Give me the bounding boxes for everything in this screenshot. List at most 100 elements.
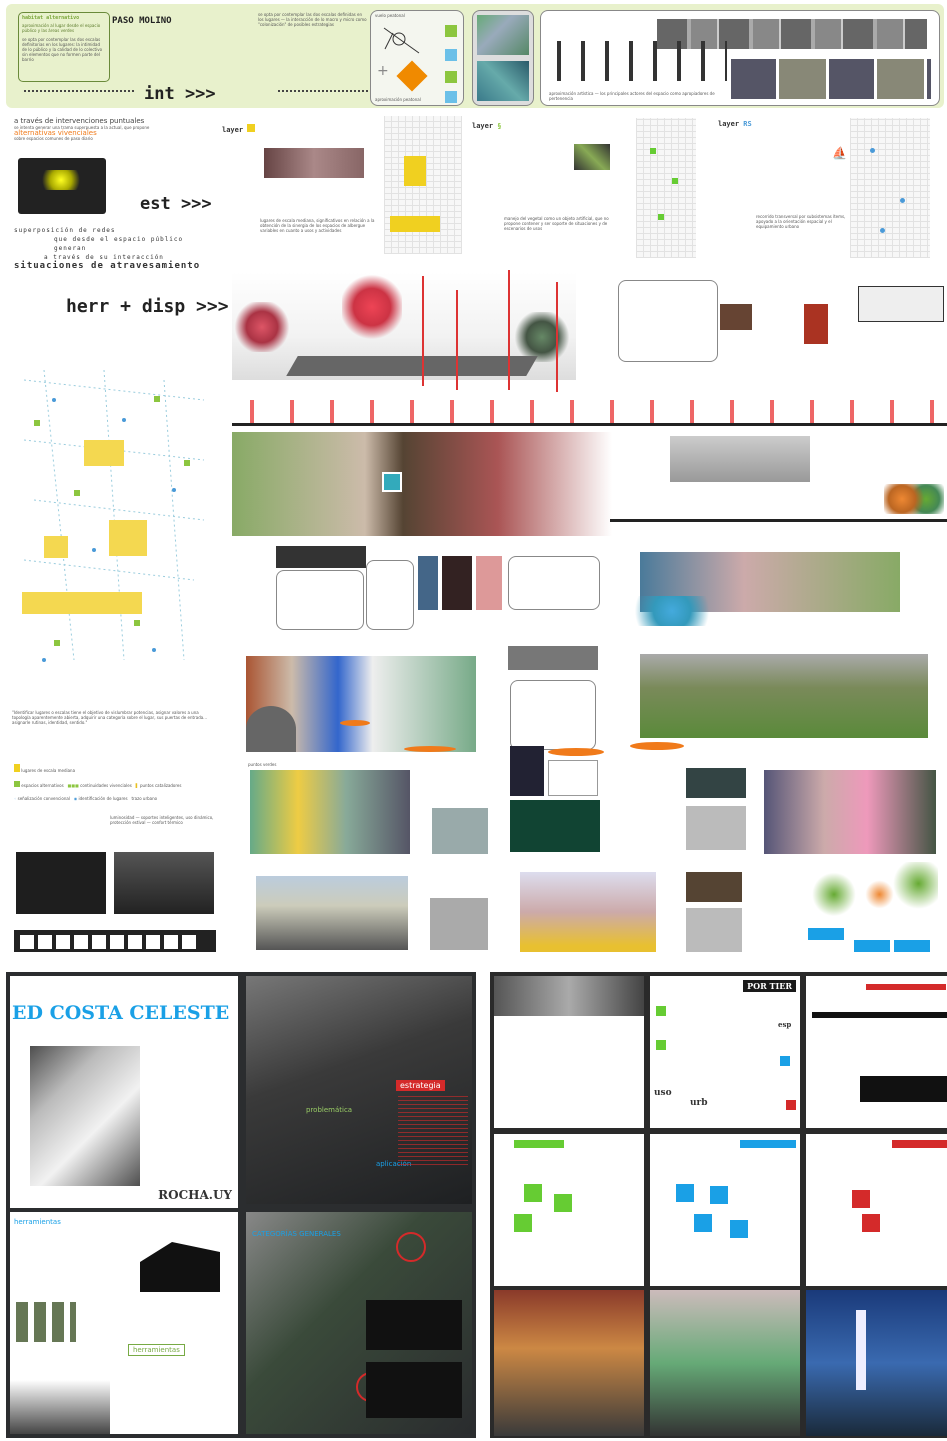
- layer-2-object: [574, 144, 610, 170]
- nav-est-label[interactable]: est >>>: [140, 194, 212, 214]
- green-module-panel: [494, 1134, 644, 1286]
- market-photo: [114, 852, 214, 914]
- aerial-box: [472, 10, 534, 106]
- tag-problematica: problemática: [306, 1106, 353, 1114]
- header-band: habitat alternativo aproximación al luga…: [6, 4, 944, 108]
- intro-lead: a través de intervenciones puntuales: [14, 117, 145, 125]
- legend-item: continuidades vivenciales: [80, 783, 132, 788]
- tag-categorias: CATEGORÍAS GENERALES: [252, 1230, 341, 1238]
- site-panel: [494, 976, 644, 1128]
- plus-icon: +: [377, 63, 389, 79]
- legend-blue-swatch: [445, 49, 457, 61]
- layer-2-label: layer §: [472, 122, 502, 130]
- dotted-divider: [278, 90, 368, 92]
- legend-top-label: vuelo peatonal: [375, 13, 405, 18]
- red-module-panel: [806, 1134, 947, 1286]
- detail-box: [276, 570, 364, 630]
- header-title: PASO MOLINO: [112, 16, 172, 26]
- por-tier-title: POR TIER: [743, 980, 796, 992]
- label-urb: urb: [690, 1098, 708, 1108]
- render-night-panel: [806, 1290, 947, 1436]
- photo-caption: aproximación artística — los principales…: [549, 91, 715, 101]
- tag-estrategia: estrategia: [396, 1080, 445, 1091]
- plan-panel: POR TIER uso urb esp: [650, 976, 800, 1128]
- photo-strip-color: [731, 59, 931, 99]
- section-sketch: [858, 286, 944, 322]
- puntos-verdes-photo: [250, 770, 410, 854]
- collage-row-3: [246, 656, 476, 752]
- cover-title: ED COSTA CELESTE: [12, 1002, 230, 1024]
- street-blossom-photo: [764, 770, 936, 854]
- tools-tag: herramientas: [128, 1344, 185, 1356]
- sailboat-icon: ⛵: [832, 146, 847, 160]
- cover-panel: ED COSTA CELESTE ROCHA.UY: [10, 976, 238, 1208]
- label-uso: uso: [654, 1088, 672, 1098]
- blue-module-panel: [650, 1134, 800, 1286]
- network-line-2: que desde el espacio público generan: [54, 236, 184, 252]
- street-taxi-photo: [520, 872, 656, 952]
- house-sketch: [140, 1242, 220, 1292]
- lugares-collage: [232, 272, 576, 380]
- collage-row-2: [232, 432, 612, 536]
- people-cutouts: [547, 41, 727, 81]
- network-map: [22, 369, 205, 662]
- label-esp: esp: [778, 1020, 792, 1029]
- categories-panel: CATEGORÍAS GENERALES: [246, 1212, 472, 1434]
- header-subtitle: habitat alternativo: [22, 15, 80, 21]
- legend-item: espacios alternativos: [21, 783, 64, 788]
- avenue-photo: [256, 876, 408, 950]
- render-forest-panel: [494, 1290, 644, 1436]
- dotted-divider: [24, 90, 134, 92]
- street-section: [232, 400, 947, 426]
- layer-1-photo: [264, 148, 364, 178]
- intro-line-4: sobre espacios comunes de paso diario: [14, 136, 93, 141]
- legend-item: identificación de lugares: [78, 796, 128, 801]
- legend-green-swatch: [445, 25, 457, 37]
- layer-3-desc: recorrido transversal por subsistemas ít…: [756, 214, 846, 229]
- section-label-puntos-verdes: puntos verdes: [248, 762, 277, 767]
- drone-icon: [383, 27, 420, 54]
- layer-1-map: [384, 116, 462, 254]
- aerial-photo: [477, 61, 529, 101]
- layer-2-map: [636, 118, 696, 258]
- header-lead: aproximación al lugar desde el espacio p…: [22, 23, 101, 33]
- layer-2-desc: manejo del vegetal como un objeto artifi…: [504, 216, 609, 231]
- legend-item: trazo urbano: [131, 796, 158, 801]
- nav-herr-label[interactable]: herr + disp >>>: [66, 296, 229, 317]
- network-line-1: superposición de redes: [14, 227, 116, 234]
- legend-green-swatch: [445, 71, 457, 83]
- legend-item: lugares de escala mediana: [21, 768, 76, 773]
- network-line-4: situaciones de atravesamiento: [14, 261, 201, 271]
- nav-int-label[interactable]: int >>>: [144, 84, 216, 104]
- legend-item: señalización convencional: [17, 796, 70, 801]
- diagram-box: [618, 280, 718, 362]
- header-body: se opta por contemplar las dos escalas d…: [22, 37, 103, 62]
- layer-3-label: layer RS: [718, 120, 752, 128]
- cover-footer: ROCHA.UY: [158, 1188, 232, 1202]
- night-photo-2: [16, 852, 106, 914]
- render-plaza-panel: [650, 1290, 800, 1436]
- quote-text: "Identificar lugares o escalas tiene el …: [12, 710, 207, 725]
- map-legend: lugares de escala mediana espacios alter…: [14, 764, 218, 825]
- aerial-photo: [477, 15, 529, 55]
- photo-strip-box: aproximación artística — los principales…: [540, 10, 940, 106]
- detail-box: [508, 556, 600, 610]
- network-text: superposición de redes que desde el espa…: [14, 226, 214, 271]
- tag-herramientas: herramientas: [14, 1218, 61, 1226]
- legend-item: puntos catalizadores: [139, 783, 182, 788]
- grilling-man-photo: [30, 1046, 140, 1186]
- intro-block: a través de intervenciones puntuales se …: [14, 117, 204, 142]
- tools-panel: herramientas herramientas: [10, 1212, 238, 1434]
- park-photo: [640, 654, 928, 738]
- detail-box: [366, 560, 414, 630]
- layer-3-map: [850, 118, 930, 258]
- layer-1-desc: lugares de escala mediana, significativo…: [260, 218, 375, 233]
- legend-bottom-label: aproximación peatonal: [375, 97, 421, 102]
- header-mid-text: se opta por contemplar las dos escalas d…: [258, 12, 367, 27]
- problem-panel: estrategia problemática aplicación: [246, 976, 472, 1204]
- icon-strip: [14, 930, 216, 952]
- legend-box: vuelo peatonal + aproximación peatonal: [370, 10, 464, 106]
- night-photo: [18, 158, 106, 214]
- strategy-panel: [806, 976, 947, 1128]
- detail-box: [510, 680, 596, 750]
